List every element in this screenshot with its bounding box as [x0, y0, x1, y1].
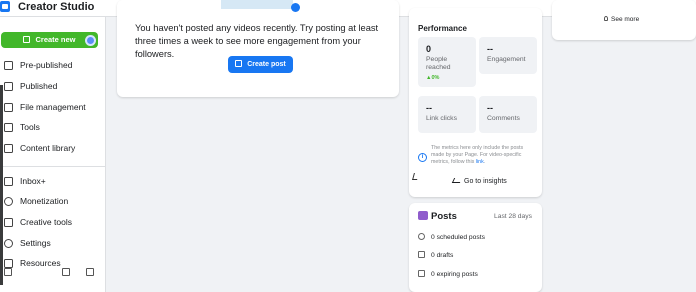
sidebar-item-label: Monetization: [20, 196, 69, 206]
sidebar-item-file-management[interactable]: File management: [0, 100, 106, 114]
create-post-label: Create post: [247, 61, 286, 68]
metric-label: Comments: [487, 115, 520, 122]
sidebar-item-monetization[interactable]: Monetization: [0, 194, 106, 208]
expiring-icon: [418, 270, 425, 277]
lightbulb-icon: [604, 16, 608, 21]
performance-note-end: .: [483, 159, 486, 165]
performance-title: Performance: [418, 24, 467, 33]
creator-studio-logo-icon: [0, 1, 10, 12]
sidebar-item-inbox[interactable]: Inbox+: [0, 174, 106, 188]
go-to-insights-link[interactable]: Go to insights: [451, 178, 507, 185]
sidebar-item-content-library[interactable]: Content library: [0, 141, 106, 155]
metric-change: ▲0%: [426, 75, 440, 81]
sidebar-item-settings[interactable]: Settings: [0, 236, 106, 250]
performance-note: The metrics here only include the posts …: [431, 145, 537, 166]
posts-row-label: 0 drafts: [431, 252, 454, 259]
sidebar-item-label: Inbox+: [20, 176, 46, 186]
clock-icon: [418, 233, 425, 240]
sidebar-item-creative-tools[interactable]: Creative tools: [0, 215, 106, 229]
file-management-icon: [4, 103, 13, 112]
status-dot: [87, 37, 94, 44]
sidebar-item-label: Published: [20, 81, 58, 91]
sidebar-divider: [0, 166, 106, 167]
creative-tools-icon: [4, 218, 13, 227]
info-icon: i: [418, 153, 427, 162]
monetization-icon: [4, 197, 13, 206]
posts-date-range: Last 28 days: [494, 213, 532, 220]
metric-label: People reached: [426, 56, 451, 71]
settings-icon: [4, 239, 13, 248]
metric-comments[interactable]: -- Comments: [479, 96, 537, 133]
performance-note-link[interactable]: link: [476, 159, 484, 165]
empty-state-illustration: [221, 0, 293, 9]
sidebar-item-label: Creative tools: [20, 217, 72, 227]
sidebar-item-label: Settings: [20, 238, 51, 248]
recent-videos-card: You haven't posted any videos recently. …: [117, 0, 399, 97]
tools-icon: [4, 123, 13, 132]
metric-engagement[interactable]: -- Engagement: [479, 37, 537, 74]
sidebar-item-tools[interactable]: Tools: [0, 120, 106, 134]
draft-icon: [418, 251, 425, 258]
sidebar-item-label: Content library: [20, 143, 76, 153]
metric-label: Engagement: [487, 56, 526, 63]
inbox-icon: [4, 177, 13, 186]
posts-row-label: 0 expiring posts: [431, 271, 478, 278]
resources-icon: [4, 259, 13, 268]
posts-row-drafts[interactable]: 0 drafts: [418, 251, 453, 261]
footer-library-icon[interactable]: [62, 268, 70, 276]
metric-label: Link clicks: [426, 115, 457, 122]
pencil-icon: [235, 60, 243, 67]
posts-icon: [418, 211, 428, 220]
pencil-icon: [23, 36, 31, 43]
metric-value: --: [487, 44, 493, 54]
pre-published-icon: [4, 61, 13, 70]
create-new-button[interactable]: Create new: [1, 32, 98, 48]
trend-icon: [451, 178, 463, 183]
sidebar-item-label: Pre-published: [20, 60, 73, 70]
sidebar-item-published[interactable]: Published: [0, 79, 106, 93]
like-icon: [291, 3, 300, 12]
sidebar-footer-icons: [0, 268, 106, 278]
posts-card: Posts Last 28 days 0 scheduled posts 0 d…: [409, 203, 542, 292]
performance-card: Performance 0 People reached ▲0% -- Enga…: [409, 8, 542, 197]
content-library-icon: [4, 144, 13, 153]
posts-title: Posts: [431, 211, 457, 222]
posts-row-label: 0 scheduled posts: [431, 234, 485, 241]
footer-tool-icon[interactable]: [4, 268, 12, 276]
metric-value: --: [426, 103, 432, 113]
published-icon: [4, 82, 13, 91]
sidebar-item-label: File management: [20, 102, 86, 112]
sidebar-item-pre-published[interactable]: Pre-published: [0, 58, 106, 72]
app-title: Creator Studio: [18, 1, 95, 13]
posts-row-expiring[interactable]: 0 expiring posts: [418, 270, 478, 280]
footer-page-icon[interactable]: [86, 268, 94, 276]
go-to-insights-label: Go to insights: [464, 178, 507, 185]
metric-people-reached[interactable]: 0 People reached ▲0%: [418, 37, 476, 87]
metric-link-clicks[interactable]: -- Link clicks: [418, 96, 476, 133]
create-new-label: Create new: [35, 35, 76, 44]
see-more-label: See more: [611, 16, 640, 23]
create-post-button[interactable]: Create post: [228, 56, 293, 73]
sidebar-item-label: Tools: [20, 122, 40, 132]
sidebar-resize-handle[interactable]: [0, 85, 3, 285]
posts-row-scheduled[interactable]: 0 scheduled posts: [418, 233, 485, 243]
see-more-link[interactable]: See more: [604, 16, 639, 23]
metric-value: 0: [426, 44, 432, 54]
metric-value: --: [487, 103, 493, 113]
